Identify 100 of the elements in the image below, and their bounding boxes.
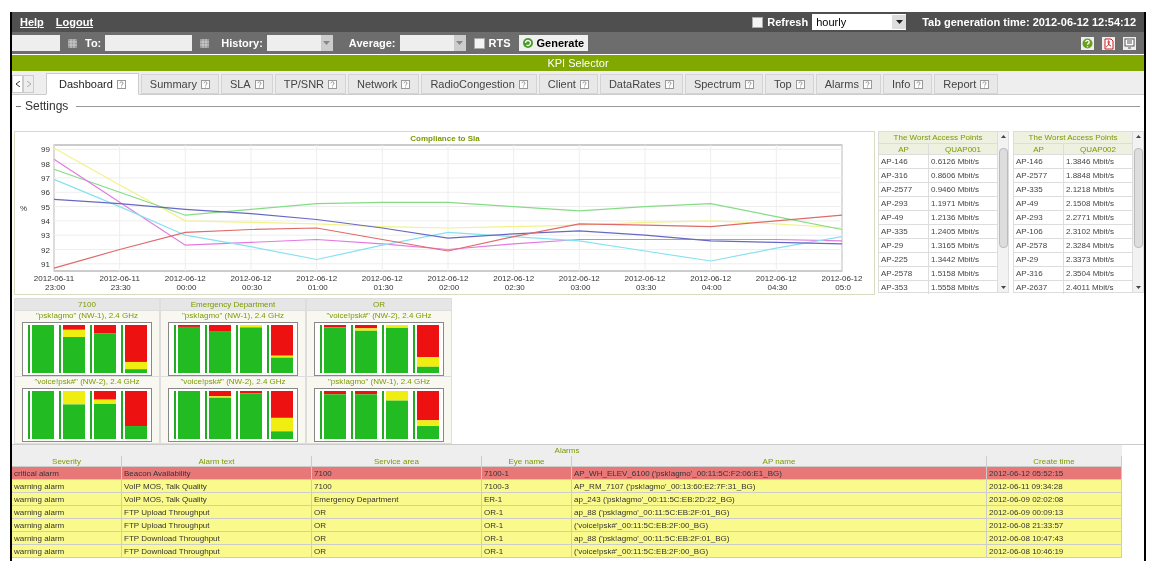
axis-tick-label: 96 <box>41 188 50 198</box>
table-cell-text: 1.2136 Mbit/s <box>930 212 981 224</box>
tab[interactable]: RadioCongestion <box>421 74 537 94</box>
tab[interactable]: Spectrum <box>684 74 763 94</box>
axis-tick-label: 2012-06-12 01:30 <box>361 274 403 292</box>
help-icon[interactable] <box>1081 36 1094 50</box>
help-icon <box>518 79 528 89</box>
table-cell: VoIP MOS, Talk Quality <box>122 480 312 492</box>
help-icon <box>254 79 264 89</box>
table-cell: OR-1 <box>482 532 572 544</box>
help-icon <box>200 79 210 89</box>
help-icon <box>328 79 338 89</box>
help-icon <box>664 79 674 89</box>
table-cell: AP-353 <box>879 281 929 294</box>
tab[interactable]: Summary <box>140 74 219 94</box>
refresh-select[interactable]: hourly <box>812 14 907 30</box>
chevron-right-icon <box>26 81 31 87</box>
scroll-left-button[interactable] <box>12 75 23 93</box>
generate-button[interactable]: Generate <box>518 35 589 51</box>
scroll-up-icon[interactable] <box>999 132 1007 140</box>
table-cell: AP-316 <box>1014 267 1064 280</box>
tab[interactable]: TP/SNR <box>274 74 347 94</box>
to-date-field[interactable] <box>105 35 193 51</box>
scrollbar-thumb[interactable] <box>1133 148 1143 248</box>
tab[interactable]: DataRates <box>599 74 683 94</box>
table-cell: OR-1 <box>482 545 572 557</box>
generation-time: Tab generation time: 2012-06-12 12:54:12 <box>922 14 1136 30</box>
tab[interactable]: Dashboard <box>46 73 139 95</box>
table-cell: 7100-1 <box>482 467 572 479</box>
tab[interactable]: Alarms <box>815 74 881 94</box>
axis-tick-label: 2012-06-12 03:30 <box>624 274 666 292</box>
table-cell: 2012-06-09 02:02:08 <box>987 493 1122 505</box>
tab[interactable]: Info <box>882 74 933 94</box>
table-cell: AP-29 <box>879 239 929 252</box>
table-cell: 7100-3 <box>482 480 572 492</box>
tab[interactable]: SLA <box>220 74 273 94</box>
axis-tick-label: 2012-06-12 04:00 <box>690 274 732 292</box>
table-title: The Worst Access Points <box>1014 132 1132 143</box>
panel-title: 7100 <box>15 299 159 310</box>
checkbox[interactable] <box>473 37 485 49</box>
caret-icon <box>895 20 903 24</box>
table-cell: AP-335 <box>879 225 929 238</box>
axis-tick-label: 2012-06-12 02:30 <box>493 274 535 292</box>
table-cell: warning alarm <box>12 506 122 518</box>
chart-subtitle: "psk!agmo" (NW-1), 2.4 GHz <box>36 311 138 321</box>
export-icon[interactable] <box>1123 36 1136 50</box>
table-cell: OR-1 <box>482 506 572 518</box>
table-cell: AP-316 <box>879 169 929 182</box>
history-select[interactable] <box>266 35 333 51</box>
chart-subtitle: "psk!agmo" (NW-1), 2.4 GHz <box>182 311 284 321</box>
help-icon <box>914 79 924 89</box>
table-cell: AP-2578 <box>879 267 929 280</box>
axis-tick-label: 99 <box>41 145 50 155</box>
table-cell: AP-2577 <box>1014 169 1064 182</box>
table-cell: Beacon Availability <box>122 467 312 479</box>
scroll-up-icon[interactable] <box>1134 132 1142 140</box>
from-date-field[interactable] <box>12 35 60 51</box>
table-cell: ('voice!psk#'_00:11:5C:EB:2F:00_BG) <box>572 519 987 531</box>
nav-link[interactable]: Logout <box>55 13 94 31</box>
table-cell: warning alarm <box>12 545 122 557</box>
table-cell: 7100 <box>312 467 482 479</box>
nav-link[interactable]: Help <box>20 13 44 31</box>
axis-title: % <box>20 204 28 213</box>
axis-tick-label: 95 <box>41 202 50 212</box>
tab[interactable]: Network <box>348 74 420 94</box>
scroll-down-icon[interactable] <box>999 284 1007 292</box>
tab[interactable]: Top <box>764 74 814 94</box>
scrollbar-thumb[interactable] <box>998 148 1008 248</box>
table-cell: 7100 <box>312 480 482 492</box>
table-cell: ap_88 ('psk!agmo'_00:11:5C:EB:2F:01_BG) <box>572 506 987 518</box>
checkbox[interactable] <box>752 16 764 28</box>
table-cell: 2012-06-08 10:46:19 <box>987 545 1122 557</box>
average-label: Average: <box>348 35 396 51</box>
axis-tick-label: 93 <box>41 231 50 241</box>
help-icon <box>862 79 872 89</box>
table-cell: AP-49 <box>879 211 929 224</box>
tab[interactable]: Client <box>538 74 598 94</box>
calendar-icon <box>200 38 210 48</box>
table-cell: AP-335 <box>1014 183 1064 196</box>
table-cell-text: 1.3846 Mbit/s <box>1065 156 1116 168</box>
pdf-icon[interactable] <box>1102 36 1115 50</box>
chart-subtitle: "psk!agmo" (NW-1), 2.4 GHz <box>328 377 430 387</box>
scroll-down-icon[interactable] <box>1134 284 1142 292</box>
axis-tick-label: 2012-06-12 05:0 <box>821 274 863 292</box>
table-cell-text: 1.3165 Mbit/s <box>930 240 981 252</box>
table-cell: 2012-06-08 10:47:43 <box>987 532 1122 544</box>
table-cell: AP-225 <box>879 253 929 266</box>
axis-tick-label: 2012-06-11 23:00 <box>33 274 75 292</box>
tab[interactable]: Report <box>934 74 999 94</box>
help-icon <box>744 79 754 89</box>
axis-tick-label: 97 <box>41 173 50 183</box>
table-cell: Emergency Department <box>312 493 482 505</box>
caret-icon <box>323 41 331 45</box>
table-cell-text: 2.2771 Mbit/s <box>1065 212 1116 224</box>
table-cell: ER-1 <box>482 493 572 505</box>
table-cell: OR-1 <box>482 519 572 531</box>
table-cell-text: 0.9460 Mbit/s <box>930 184 981 196</box>
table-cell-text: 2.3373 Mbit/s <box>1065 254 1116 266</box>
axis-tick-label: 91 <box>41 259 50 269</box>
average-select[interactable] <box>399 35 466 51</box>
